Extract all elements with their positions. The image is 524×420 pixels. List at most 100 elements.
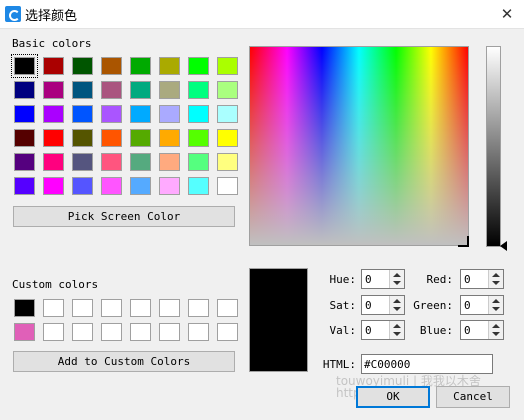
basic-color-swatch[interactable] (159, 105, 180, 123)
color-spectrum[interactable] (249, 46, 469, 246)
custom-color-swatch[interactable] (72, 323, 93, 341)
basic-color-swatch[interactable] (14, 129, 35, 147)
val-value: 0 (365, 324, 372, 337)
custom-color-swatch[interactable] (188, 299, 209, 317)
spectrum-crosshair[interactable] (458, 236, 469, 247)
basic-color-swatch[interactable] (101, 81, 122, 99)
basic-color-swatch[interactable] (11, 54, 38, 78)
custom-colors-label: Custom colors (12, 278, 99, 291)
cancel-button[interactable]: Cancel (436, 386, 510, 408)
basic-color-swatch[interactable] (43, 57, 64, 75)
close-icon[interactable]: ✕ (496, 4, 518, 24)
ok-button[interactable]: OK (356, 386, 430, 408)
basic-color-swatch[interactable] (188, 105, 209, 123)
basic-color-swatch[interactable] (159, 153, 180, 171)
custom-color-swatch[interactable] (130, 299, 151, 317)
basic-color-swatch[interactable] (188, 57, 209, 75)
basic-color-swatch[interactable] (159, 177, 180, 195)
basic-color-swatch[interactable] (130, 105, 151, 123)
hue-value: 0 (365, 273, 372, 286)
custom-color-swatch[interactable] (101, 299, 122, 317)
basic-color-swatch[interactable] (43, 105, 64, 123)
custom-color-swatch[interactable] (72, 299, 93, 317)
basic-color-swatch[interactable] (217, 81, 238, 99)
down-arrow-icon[interactable] (393, 307, 401, 311)
color-preview (249, 268, 308, 372)
basic-color-swatch[interactable] (72, 57, 93, 75)
custom-color-swatch[interactable] (159, 323, 180, 341)
green-spinbox[interactable]: 0 (460, 295, 504, 315)
basic-color-swatch[interactable] (188, 153, 209, 171)
up-arrow-icon[interactable] (492, 273, 500, 277)
sat-spinbox[interactable]: 0 (361, 295, 405, 315)
val-label: Val: (329, 324, 357, 337)
custom-color-swatch[interactable] (217, 323, 238, 341)
up-arrow-icon[interactable] (393, 299, 401, 303)
up-arrow-icon[interactable] (492, 299, 500, 303)
basic-color-swatch[interactable] (72, 153, 93, 171)
val-spinbox[interactable]: 0 (361, 320, 405, 340)
green-label: Green: (413, 299, 453, 312)
basic-color-swatch[interactable] (43, 81, 64, 99)
blue-spinbox[interactable]: 0 (460, 320, 504, 340)
basic-color-swatch[interactable] (14, 105, 35, 123)
html-label: HTML: (322, 358, 356, 371)
basic-color-swatch[interactable] (159, 81, 180, 99)
red-spinbox[interactable]: 0 (460, 269, 504, 289)
basic-color-swatch[interactable] (130, 153, 151, 171)
up-arrow-icon[interactable] (393, 324, 401, 328)
add-to-custom-colors-button[interactable]: Add to Custom Colors (13, 351, 235, 372)
basic-color-swatch[interactable] (159, 129, 180, 147)
basic-color-swatch[interactable] (72, 177, 93, 195)
basic-color-swatch[interactable] (101, 57, 122, 75)
basic-color-swatch[interactable] (130, 177, 151, 195)
custom-color-swatch[interactable] (188, 323, 209, 341)
custom-color-swatch[interactable] (101, 323, 122, 341)
basic-color-swatch[interactable] (217, 105, 238, 123)
basic-color-swatch[interactable] (217, 153, 238, 171)
hue-label: Hue: (329, 273, 357, 286)
pick-screen-color-button[interactable]: Pick Screen Color (13, 206, 235, 227)
custom-color-swatch[interactable] (43, 299, 64, 317)
basic-color-swatch[interactable] (101, 177, 122, 195)
custom-color-swatch[interactable] (14, 323, 35, 341)
basic-color-swatch[interactable] (72, 81, 93, 99)
basic-color-swatch[interactable] (43, 153, 64, 171)
basic-color-swatch[interactable] (101, 129, 122, 147)
basic-color-swatch[interactable] (101, 105, 122, 123)
basic-color-swatch[interactable] (101, 153, 122, 171)
basic-color-swatch[interactable] (14, 153, 35, 171)
up-arrow-icon[interactable] (393, 273, 401, 277)
basic-color-swatch[interactable] (217, 177, 238, 195)
basic-color-swatch[interactable] (72, 129, 93, 147)
basic-color-swatch[interactable] (130, 81, 151, 99)
custom-color-swatch[interactable] (43, 323, 64, 341)
basic-color-swatch[interactable] (14, 81, 35, 99)
basic-color-swatch[interactable] (188, 81, 209, 99)
basic-color-swatch[interactable] (14, 177, 35, 195)
down-arrow-icon[interactable] (492, 332, 500, 336)
down-arrow-icon[interactable] (393, 281, 401, 285)
basic-color-swatch[interactable] (188, 129, 209, 147)
custom-color-swatch[interactable] (159, 299, 180, 317)
custom-color-swatch[interactable] (130, 323, 151, 341)
basic-color-swatch[interactable] (43, 129, 64, 147)
custom-color-swatch[interactable] (14, 299, 35, 317)
basic-color-swatch[interactable] (130, 57, 151, 75)
down-arrow-icon[interactable] (393, 332, 401, 336)
basic-color-swatch[interactable] (72, 105, 93, 123)
basic-color-swatch[interactable] (43, 177, 64, 195)
luminance-bar[interactable] (486, 46, 501, 247)
basic-color-swatch[interactable] (159, 57, 180, 75)
down-arrow-icon[interactable] (492, 307, 500, 311)
custom-color-swatch[interactable] (217, 299, 238, 317)
basic-color-swatch[interactable] (217, 129, 238, 147)
up-arrow-icon[interactable] (492, 324, 500, 328)
basic-color-swatch[interactable] (188, 177, 209, 195)
html-input[interactable]: #C00000 (361, 354, 493, 374)
luminance-arrow-icon[interactable] (500, 241, 507, 251)
hue-spinbox[interactable]: 0 (361, 269, 405, 289)
down-arrow-icon[interactable] (492, 281, 500, 285)
basic-color-swatch[interactable] (130, 129, 151, 147)
basic-color-swatch[interactable] (217, 57, 238, 75)
